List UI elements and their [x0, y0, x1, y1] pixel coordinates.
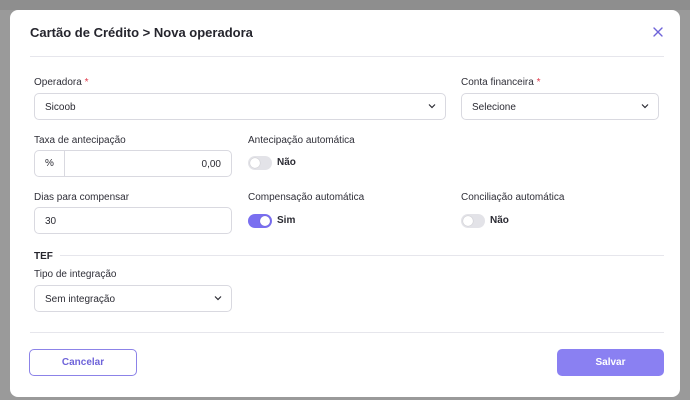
conta-financeira-select[interactable]: Selecione	[461, 93, 659, 120]
dias-compensar-input[interactable]: 30	[34, 207, 232, 234]
dias-compensar-label: Dias para compensar	[34, 192, 130, 203]
antecipacao-automatica-toggle[interactable]	[248, 156, 272, 170]
taxa-antecipacao-label: Taxa de antecipação	[34, 135, 126, 146]
modal-dialog: Cartão de Crédito > Nova operadora Opera…	[10, 10, 680, 397]
toggle-knob	[260, 216, 270, 226]
conciliacao-automatica-toggle[interactable]	[461, 214, 485, 228]
tipo-integracao-label: Tipo de integração	[34, 269, 117, 280]
tef-divider	[60, 255, 664, 256]
taxa-antecipacao-value: 0,00	[201, 159, 221, 170]
toggle-knob	[250, 158, 260, 168]
chevron-down-icon	[428, 102, 436, 109]
tipo-integracao-select[interactable]: Sem integração	[34, 285, 232, 312]
cancel-button[interactable]: Cancelar	[29, 349, 137, 376]
taxa-antecipacao-input[interactable]: % 0,00	[34, 150, 232, 177]
tef-section-title: TEF	[34, 251, 53, 262]
compensacao-automatica-state: Sim	[277, 215, 296, 226]
toggle-knob	[463, 216, 473, 226]
conta-financeira-label: Conta financeira *	[461, 77, 541, 88]
operadora-value: Sicoob	[45, 102, 76, 113]
dias-compensar-value: 30	[45, 216, 57, 227]
tipo-integracao-value: Sem integração	[45, 294, 116, 305]
operadora-label: Operadora *	[34, 77, 89, 88]
header-divider	[30, 56, 664, 57]
save-button[interactable]: Salvar	[557, 349, 664, 376]
antecipacao-automatica-label: Antecipação automática	[248, 135, 355, 146]
close-icon[interactable]	[650, 24, 666, 40]
percent-prefix: %	[35, 151, 65, 176]
conciliacao-automatica-state: Não	[490, 215, 509, 226]
footer-divider	[30, 332, 664, 333]
antecipacao-automatica-state: Não	[277, 157, 296, 168]
operadora-select[interactable]: Sicoob	[34, 93, 446, 120]
backdrop	[0, 0, 690, 10]
compensacao-automatica-label: Compensação automática	[248, 192, 365, 203]
compensacao-automatica-toggle[interactable]	[248, 214, 272, 228]
modal-title: Cartão de Crédito > Nova operadora	[30, 25, 253, 40]
conciliacao-automatica-label: Conciliação automática	[461, 192, 565, 203]
conta-financeira-value: Selecione	[472, 102, 516, 113]
chevron-down-icon	[214, 294, 222, 301]
chevron-down-icon	[641, 102, 649, 109]
